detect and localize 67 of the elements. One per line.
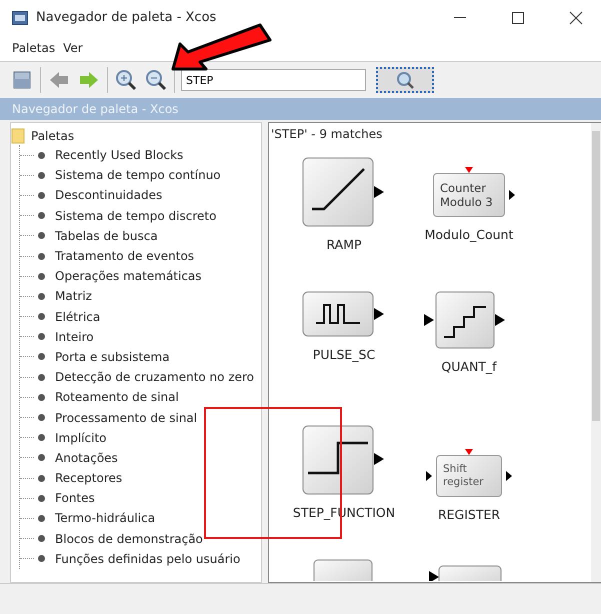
bullet-icon (38, 313, 45, 320)
tree-item[interactable]: Anotações (55, 450, 118, 465)
bullet-icon (38, 414, 45, 422)
tree-item[interactable]: Porta e subsistema (55, 350, 170, 364)
block-label: RAMP (326, 237, 362, 252)
tree-item[interactable]: Sistema de tempo discreto (55, 208, 216, 223)
minimize-icon[interactable] (454, 16, 466, 18)
bullet-icon (38, 212, 45, 220)
ramp-block-icon[interactable] (302, 157, 386, 227)
pulse-block-icon[interactable] (302, 291, 386, 337)
bullet-icon (38, 394, 45, 401)
tree-item[interactable]: Inteiro (55, 330, 94, 344)
results-header: 'STEP' - 9 matches (270, 126, 382, 141)
tree-item[interactable]: Recently Used Blocks (55, 148, 184, 162)
tree-item[interactable]: Implícito (55, 430, 106, 445)
search-field[interactable]: STEP (181, 69, 366, 91)
tree-item[interactable]: Receptores (55, 471, 122, 486)
zoom-out-icon[interactable] (144, 68, 168, 92)
bullet-icon (38, 374, 45, 381)
tree-item[interactable]: Elétrica (55, 310, 100, 324)
menu-item[interactable]: Paletas (12, 41, 56, 55)
search-button[interactable] (376, 67, 434, 93)
tree-item[interactable]: Tratamento de eventos (55, 249, 194, 264)
tree-item[interactable]: Tabelas de busca (55, 228, 158, 243)
tree-item[interactable]: Blocos de demonstração (55, 532, 203, 546)
menu-item[interactable]: Ver (63, 41, 83, 55)
bullet-icon (38, 454, 45, 462)
bullet-icon (38, 474, 45, 482)
bullet-icon (38, 192, 45, 199)
search-icon (395, 71, 415, 89)
tree-item[interactable]: Operações matemáticas (55, 269, 202, 284)
bullet-icon (38, 272, 45, 280)
bullet-icon (38, 555, 45, 562)
tree-item[interactable]: Termo-hidráulica (55, 511, 156, 526)
bullet-icon (38, 252, 45, 260)
tree-item[interactable]: Sistema de tempo contínuo (55, 168, 221, 182)
block-label: QUANT_f (441, 359, 497, 374)
bullet-icon (38, 333, 45, 340)
panel-title: Navegador de paleta - Xcos (0, 98, 601, 120)
close-icon[interactable] (569, 10, 583, 24)
bullet-icon (38, 152, 45, 159)
maximize-icon[interactable] (512, 12, 524, 24)
bullet-icon (38, 434, 45, 442)
bullet-icon (38, 535, 45, 542)
bullet-icon (38, 353, 45, 360)
step-block-icon[interactable] (302, 425, 386, 495)
tree-item[interactable]: Matriz (55, 289, 92, 304)
tree-item[interactable]: Fontes (55, 491, 95, 506)
tree-item[interactable]: Detecção de cruzamento no zero (55, 370, 254, 384)
tree-item[interactable]: Descontinuidades (55, 188, 162, 202)
bullet-icon (38, 494, 45, 502)
bullet-icon (38, 232, 45, 240)
tree-item[interactable]: Roteamento de sinal (55, 390, 179, 404)
zoom-in-icon[interactable] (114, 68, 138, 92)
bullet-icon (38, 514, 45, 522)
scrollbar[interactable] (591, 123, 601, 582)
tree-item[interactable]: Processamento de sinal (55, 410, 198, 425)
block-label: Modulo_Count (424, 227, 514, 242)
folder-icon (11, 128, 25, 144)
app-icon (12, 10, 28, 24)
tree-item[interactable]: Funções definidas pelo usuário (55, 552, 240, 566)
bullet-icon (38, 172, 45, 179)
block-label: REGISTER (438, 507, 500, 522)
block-label: PULSE_SC (312, 347, 376, 362)
window-title: Navegador de paleta - Xcos (36, 10, 218, 25)
bullet-icon (38, 292, 45, 300)
tree-item[interactable]: Paletas (31, 129, 74, 143)
